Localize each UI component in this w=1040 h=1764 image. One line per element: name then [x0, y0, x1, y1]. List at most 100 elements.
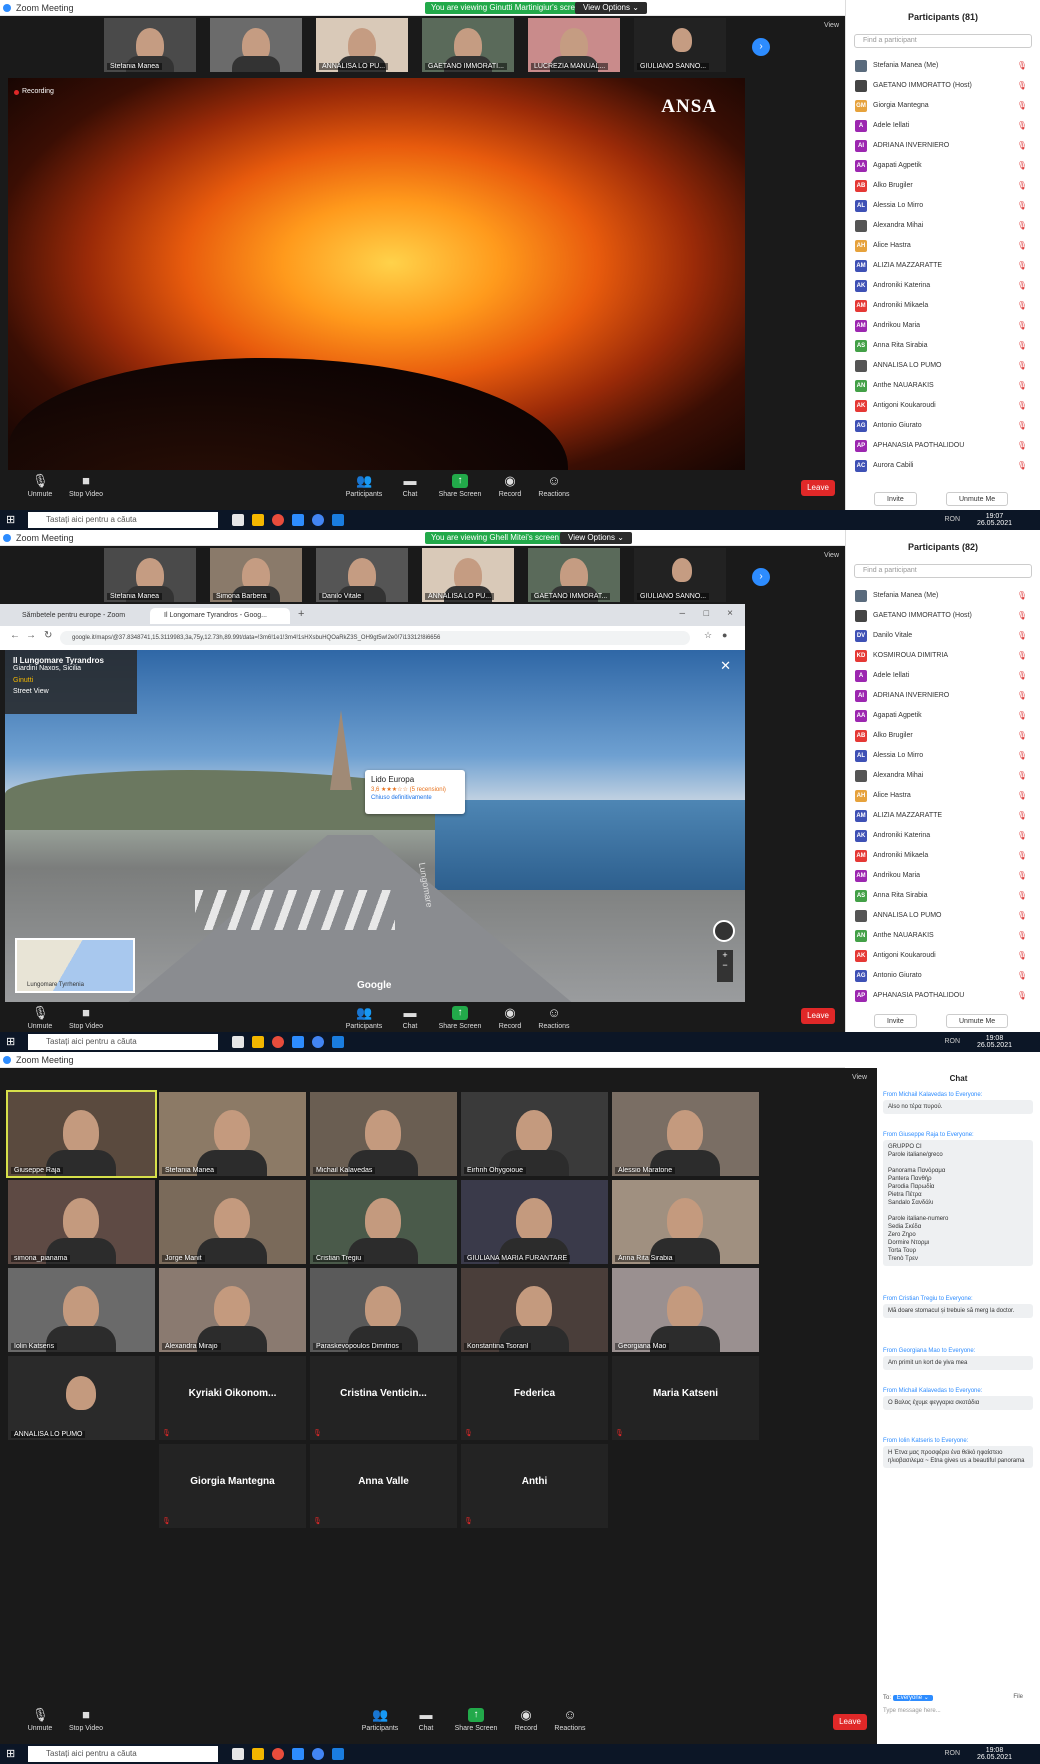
participant-row[interactable]: AK Androniki Katerina 🎙 — [846, 276, 1040, 296]
video-tile[interactable]: Michail Kalavedas — [310, 1092, 457, 1176]
thumbnail[interactable]: Stefania Manea — [104, 18, 196, 72]
thumbnail[interactable]: GIULIANO SANNO... — [634, 18, 726, 72]
participant-row[interactable]: AA Agapati Agpetik 🎙 — [846, 706, 1040, 726]
participant-row[interactable]: ANNALISA LO PUMO 🎙 — [846, 356, 1040, 376]
close-streetview-icon[interactable]: ✕ — [720, 658, 731, 674]
participant-row[interactable]: AL Alessia Lo Mirro 🎙 — [846, 196, 1040, 216]
taskbar-search-input[interactable]: Tastați aici pentru a căuta — [28, 1034, 218, 1050]
participant-row[interactable]: AH Alice Hastra 🎙 — [846, 786, 1040, 806]
reactions-button[interactable]: ☺ Reactions — [526, 474, 582, 499]
thumbnail[interactable]: LUCREZIA MANUAL... — [528, 18, 620, 72]
task-view-icon[interactable] — [232, 1036, 244, 1048]
thumbnail[interactable]: Danilo Vitale — [316, 548, 408, 602]
participant-row[interactable]: AC Aurora Cabili 🎙 — [846, 456, 1040, 476]
participant-row[interactable]: AI ADRIANA INVERNIERO 🎙 — [846, 136, 1040, 156]
zoom-taskbar-icon[interactable] — [292, 1036, 304, 1048]
task-view-icon[interactable] — [232, 514, 244, 526]
view-button[interactable]: View — [852, 1074, 867, 1081]
explorer-icon[interactable] — [252, 1748, 264, 1760]
stop-video-button[interactable]: ■ Stop Video — [58, 1708, 114, 1733]
video-tile[interactable]: Anthi 🎙 — [461, 1444, 608, 1528]
next-page-button[interactable]: › — [752, 568, 770, 586]
thumbnail[interactable]: Simona Barbera — [210, 548, 302, 602]
participant-row[interactable]: AP APHANASIA PAOTHALIDOU 🎙 — [846, 986, 1040, 1006]
taskbar-search-input[interactable]: Tastați aici pentru a căuta — [28, 1746, 218, 1762]
participant-row[interactable]: AI ADRIANA INVERNIERO 🎙 — [846, 686, 1040, 706]
file-button[interactable]: File — [1013, 1694, 1023, 1700]
participant-row[interactable]: AS Anna Rita Sirabia 🎙 — [846, 886, 1040, 906]
profile-icon[interactable]: ● — [722, 630, 727, 640]
view-options-button[interactable]: View Options ⌄ — [560, 532, 632, 544]
recipient-select[interactable]: Everyone ⌄ — [892, 1695, 933, 1701]
next-page-button[interactable]: › — [752, 38, 770, 56]
mail-icon[interactable] — [332, 1036, 344, 1048]
opera-icon[interactable] — [272, 1036, 284, 1048]
star-icon[interactable]: ☆ — [704, 630, 712, 641]
video-tile[interactable]: Anna Valle 🎙 — [310, 1444, 457, 1528]
participant-row[interactable]: AA Agapati Agpetik 🎙 — [846, 156, 1040, 176]
place-photo-link[interactable]: Ginutti — [13, 677, 129, 684]
participant-row[interactable]: DV Danilo Vitale 🎙 — [846, 626, 1040, 646]
zoom-taskbar-icon[interactable] — [292, 514, 304, 526]
participant-row[interactable]: AB Alko Brugiler 🎙 — [846, 726, 1040, 746]
mail-icon[interactable] — [332, 514, 344, 526]
participant-row[interactable]: AG Antonio Giurato 🎙 — [846, 416, 1040, 436]
participant-row[interactable]: AM Androniki Mikaela 🎙 — [846, 296, 1040, 316]
video-tile[interactable]: Alessio Maratone — [612, 1092, 759, 1176]
opera-icon[interactable] — [272, 514, 284, 526]
participant-row[interactable]: AM Andrikou Maria 🎙 — [846, 866, 1040, 886]
minimize-button[interactable]: – — [679, 608, 685, 619]
participant-row[interactable]: AK Antigoni Koukaroudi 🎙 — [846, 396, 1040, 416]
participant-row[interactable]: AN Anthe NAUARAKIS 🎙 — [846, 376, 1040, 396]
participant-row[interactable]: AN Anthe NAUARAKIS 🎙 — [846, 926, 1040, 946]
participant-row[interactable]: AG Antonio Giurato 🎙 — [846, 966, 1040, 986]
participant-row[interactable]: AM Andrikou Maria 🎙 — [846, 316, 1040, 336]
address-bar[interactable]: google.it/maps/@37.8348741,15.3119983,3a… — [60, 631, 690, 645]
video-tile[interactable]: Giorgia Mantegna 🎙 — [159, 1444, 306, 1528]
view-button[interactable]: View — [824, 552, 839, 559]
lido-europa-card[interactable]: Lido Europa 3,6 ★★★☆☆ (5 recensioni) Chi… — [365, 770, 465, 814]
participant-row[interactable]: A Adele Iellati 🎙 — [846, 666, 1040, 686]
find-participant-input[interactable]: Find a participant — [854, 564, 1032, 578]
invite-button[interactable]: Invite — [874, 1014, 917, 1028]
video-tile[interactable]: Maria Katseni 🎙 — [612, 1356, 759, 1440]
share-screen-button[interactable]: ↑ Share Screen — [448, 1708, 504, 1732]
forward-arrow-icon[interactable]: → — [26, 630, 36, 641]
chat-button[interactable]: ▬ Chat — [398, 1708, 454, 1733]
reactions-button[interactable]: ☺ Reactions — [542, 1708, 598, 1733]
participant-row[interactable]: AK Androniki Katerina 🎙 — [846, 826, 1040, 846]
participant-row[interactable]: AK Antigoni Koukaroudi 🎙 — [846, 946, 1040, 966]
participant-row[interactable]: A Adele Iellati 🎙 — [846, 116, 1040, 136]
thumbnail[interactable]: GAETANO IMMORAT... — [528, 548, 620, 602]
explorer-icon[interactable] — [252, 1036, 264, 1048]
participant-row[interactable]: Alexandra Mihai 🎙 — [846, 216, 1040, 236]
stop-video-button[interactable]: ■ Stop Video — [58, 474, 114, 499]
explorer-icon[interactable] — [252, 514, 264, 526]
back-arrow-icon[interactable]: ← — [10, 630, 20, 641]
windows-start-icon[interactable]: ⊞ — [6, 514, 18, 526]
windows-start-icon[interactable]: ⊞ — [6, 1036, 18, 1048]
video-tile[interactable]: Alexandra Mirajo — [159, 1268, 306, 1352]
new-tab-button[interactable]: + — [298, 608, 304, 620]
video-tile[interactable]: Cristian Tregiu — [310, 1180, 457, 1264]
thumbnail[interactable]: GIULIANO SANNO... — [634, 548, 726, 602]
participant-row[interactable]: KD KOSMIROUA DIMITRIA 🎙 — [846, 646, 1040, 666]
chat-input[interactable]: Type message here... — [883, 1708, 1033, 1728]
thumbnail[interactable] — [210, 18, 302, 72]
minimap[interactable]: Lungomare Tyrrhenia — [15, 938, 135, 993]
participant-row[interactable]: AM Androniki Mikaela 🎙 — [846, 846, 1040, 866]
stop-video-button[interactable]: ■ Stop Video — [58, 1006, 114, 1031]
zoom-control[interactable]: + − — [717, 950, 733, 982]
participant-row[interactable]: AM ALIZIA MAZZARATTE 🎙 — [846, 256, 1040, 276]
street-view[interactable]: Lungomare Il Lungomare Tyrandros Giardin… — [5, 650, 745, 1002]
leave-button[interactable]: Leave — [801, 1008, 835, 1024]
participant-row[interactable]: AS Anna Rita Sirabia 🎙 — [846, 336, 1040, 356]
video-tile[interactable]: Paraskevopoulos Dimitrios — [310, 1268, 457, 1352]
participant-row[interactable]: AM ALIZIA MAZZARATTE 🎙 — [846, 806, 1040, 826]
chrome-icon[interactable] — [312, 514, 324, 526]
mail-icon[interactable] — [332, 1748, 344, 1760]
thumbnail[interactable]: GAETANO IMMORATI... — [422, 18, 514, 72]
video-tile[interactable]: Anna Rita Sirabia — [612, 1180, 759, 1264]
windows-start-icon[interactable]: ⊞ — [6, 1748, 18, 1760]
participant-row[interactable]: ANNALISA LO PUMO 🎙 — [846, 906, 1040, 926]
